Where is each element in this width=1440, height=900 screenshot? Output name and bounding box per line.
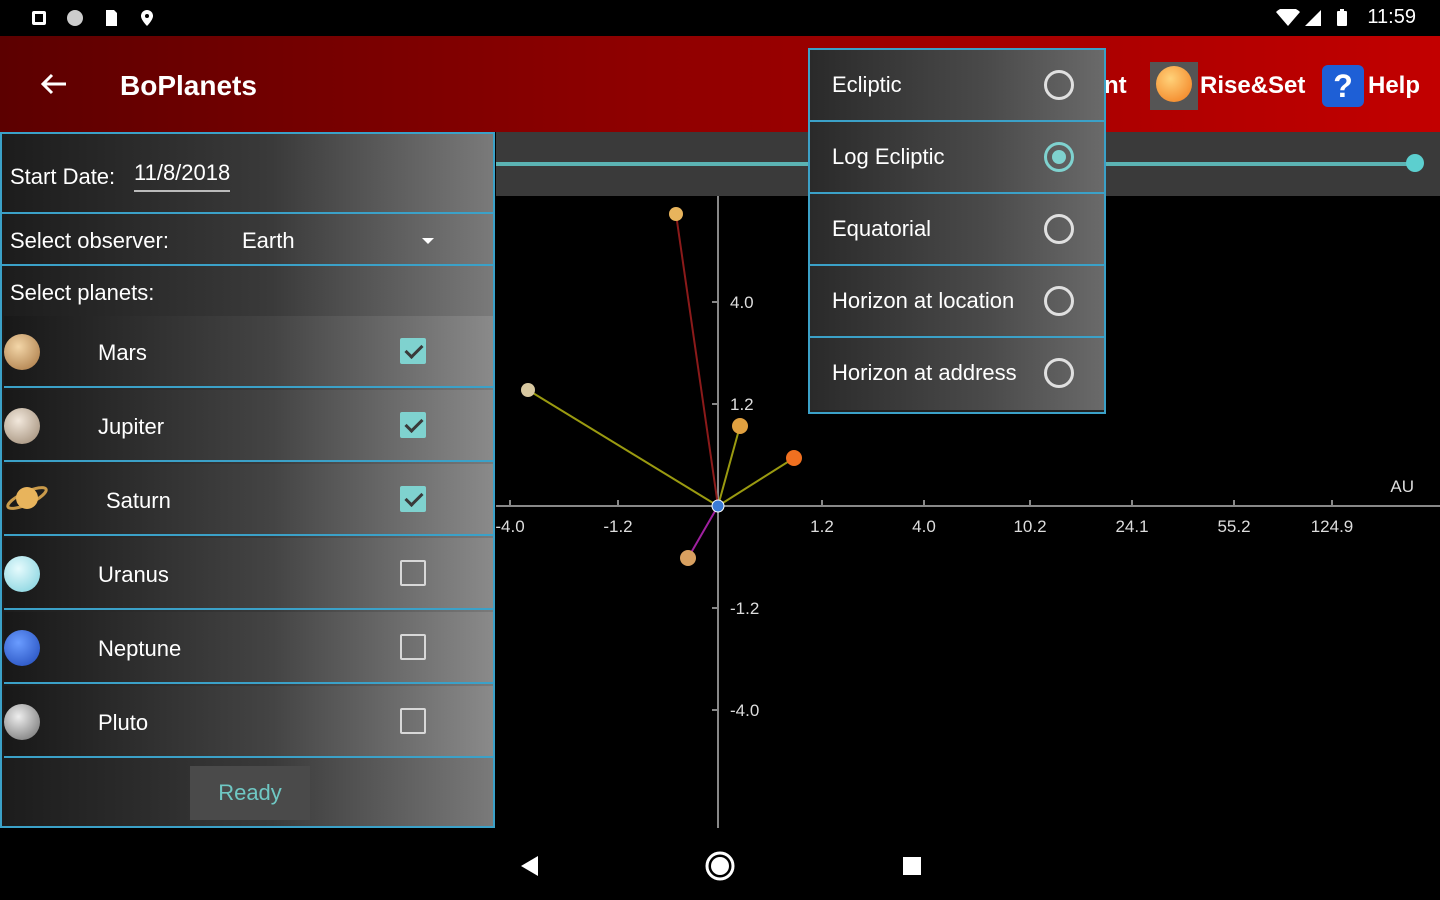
ready-button[interactable]: Ready (190, 766, 310, 820)
x-axis-unit: AU (1390, 477, 1414, 496)
nav-recents-icon[interactable] (902, 856, 922, 876)
ecliptic-radio[interactable] (1044, 70, 1074, 100)
menu-item-label: Horizon at address (832, 360, 1017, 385)
x-tick-label: 10.2 (1013, 517, 1046, 536)
saturn-point (669, 207, 683, 221)
uranus-icon (4, 556, 40, 592)
help-label: Help (1368, 72, 1421, 99)
y-tick-label: 1.2 (730, 395, 754, 414)
horizon-location-radio[interactable] (1044, 286, 1074, 316)
app-bar: BoPlanets nt Rise&Set ? Help (0, 36, 1440, 132)
menu-item-equatorial[interactable]: Equatorial (810, 194, 1104, 266)
x-tick-label: 4.0 (912, 517, 936, 536)
planet-name: Saturn (106, 488, 171, 513)
menu-item-horizon-address[interactable]: Horizon at address (810, 338, 1104, 410)
planets-header-row: Select planets: (2, 266, 493, 314)
overflow-action-partial[interactable]: nt (1104, 64, 1127, 108)
location-icon (141, 10, 153, 26)
signal-icon (1305, 10, 1321, 26)
pluto-icon (4, 704, 40, 740)
observer-label: Select observer: (10, 228, 169, 253)
x-tick-label: 1.2 (810, 517, 834, 536)
observer-select[interactable]: Earth (242, 228, 295, 254)
clock: 11:59 (1367, 6, 1416, 28)
planet-row-jupiter[interactable]: Jupiter (4, 390, 493, 462)
mars-icon (4, 334, 40, 370)
dropdown-arrow-icon[interactable] (420, 236, 436, 246)
start-date-label: Start Date: (10, 164, 116, 189)
log-ecliptic-radio[interactable] (1044, 142, 1074, 172)
time-slider-thumb[interactable] (1406, 154, 1424, 172)
saturn-point-line (675, 213, 719, 507)
start-date-row: Start Date: 11/8/2018 (2, 134, 493, 214)
help-button[interactable]: ? Help (1322, 64, 1420, 108)
planet-name: Uranus (98, 562, 169, 587)
jupiter-point-line (527, 389, 719, 507)
nav-back-icon[interactable] (518, 854, 540, 878)
rise-set-label: Rise&Set (1200, 72, 1306, 99)
planet-name: Pluto (98, 710, 149, 735)
menu-item-label: Horizon at location (832, 288, 1015, 313)
system-nav-bar (0, 836, 1440, 900)
sun-point (786, 450, 802, 466)
view-mode-menu: Ecliptic Log Ecliptic Equatorial Horizon… (808, 48, 1106, 414)
jupiter-icon (4, 408, 40, 444)
neptune-icon (4, 630, 40, 666)
rise-set-button[interactable]: Rise&Set (1150, 62, 1306, 110)
sync-notification-icon (67, 10, 83, 26)
menu-item-label: Equatorial (832, 216, 932, 241)
planet-name: Mars (98, 340, 147, 365)
neptune-checkbox[interactable] (400, 634, 426, 660)
action-label: nt (1104, 72, 1127, 99)
planet-row-mars[interactable]: Mars (4, 316, 493, 388)
back-arrow-icon[interactable] (32, 62, 76, 106)
menu-item-label: Log Ecliptic (832, 144, 945, 169)
y-tick-label: 4.0 (730, 293, 754, 312)
jupiter-point (521, 383, 535, 397)
jupiter-checkbox[interactable] (400, 412, 426, 438)
planets-label: Select planets: (10, 280, 155, 305)
menu-item-label: Ecliptic (832, 72, 902, 97)
menu-item-horizon-location[interactable]: Horizon at location (810, 266, 1104, 338)
x-tick-label: -4.0 (496, 517, 525, 536)
x-tick-label: -1.2 (603, 517, 632, 536)
mars-checkbox[interactable] (400, 338, 426, 364)
venus-point (680, 550, 696, 566)
settings-panel: Start Date: 11/8/2018 Select observer: E… (0, 132, 495, 828)
planet-row-saturn[interactable]: Saturn (4, 464, 493, 536)
sun-icon (1150, 62, 1198, 110)
x-tick-label: 55.2 (1217, 517, 1250, 536)
pluto-checkbox[interactable] (400, 708, 426, 734)
earth-origin-point (711, 499, 725, 513)
app-title: BoPlanets (120, 70, 257, 101)
planet-row-uranus[interactable]: Uranus (4, 538, 493, 610)
horizon-address-radio[interactable] (1044, 358, 1074, 388)
planet-row-neptune[interactable]: Neptune (4, 612, 493, 684)
y-tick-label: -4.0 (730, 701, 759, 720)
start-date-field[interactable]: 11/8/2018 (134, 160, 231, 192)
uranus-checkbox[interactable] (400, 560, 426, 586)
photo-notification-icon (32, 11, 46, 25)
help-icon: ? (1322, 65, 1364, 107)
planet-name: Jupiter (98, 414, 165, 439)
saturn-checkbox[interactable] (400, 486, 426, 512)
status-bar: 11:59 (0, 0, 1440, 36)
x-tick-label: 24.1 (1115, 517, 1148, 536)
sd-card-icon (106, 10, 117, 26)
menu-item-ecliptic[interactable]: Ecliptic (810, 50, 1104, 122)
planet-name: Neptune (98, 636, 182, 661)
venus-point-line (687, 505, 719, 559)
wifi-icon (1276, 9, 1300, 26)
observer-row[interactable]: Select observer: Earth (2, 214, 493, 266)
y-tick-label: -1.2 (730, 599, 759, 618)
battery-icon (1337, 9, 1347, 26)
planet-row-pluto[interactable]: Pluto (4, 686, 493, 758)
x-tick-label: 124.9 (1311, 517, 1354, 536)
equatorial-radio[interactable] (1044, 214, 1074, 244)
nav-home-icon[interactable] (704, 850, 736, 882)
mars-point (732, 418, 748, 434)
saturn-icon (6, 486, 48, 510)
menu-item-log-ecliptic[interactable]: Log Ecliptic (810, 122, 1104, 194)
